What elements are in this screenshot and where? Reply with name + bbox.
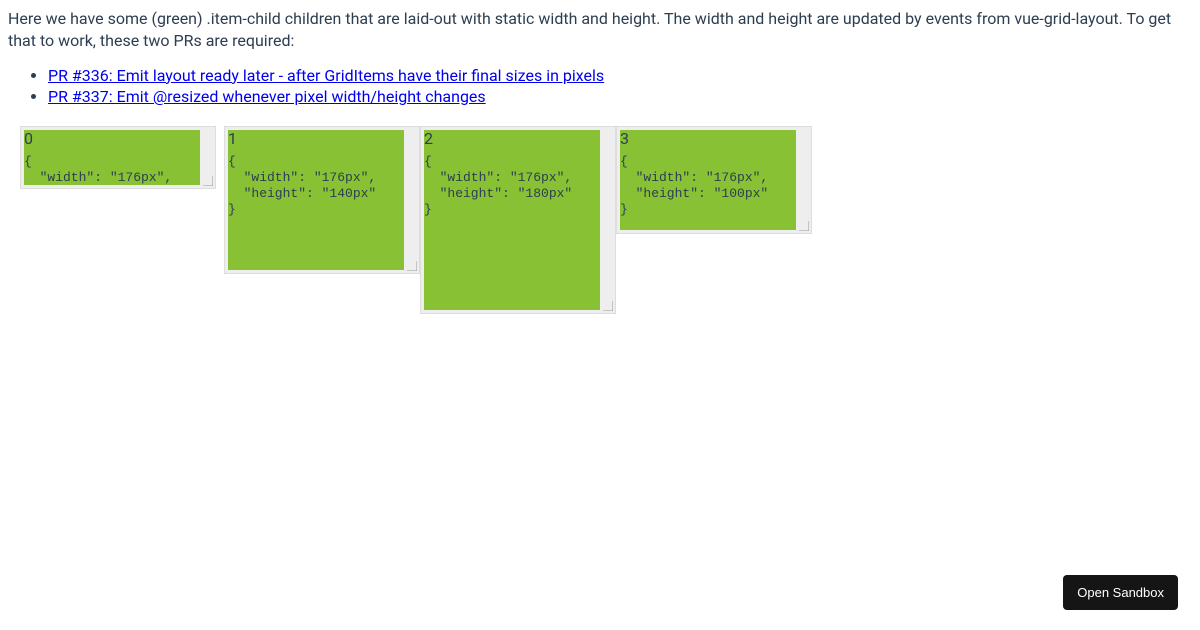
item-child: 0 { "width": "176px", — [24, 130, 200, 185]
open-sandbox-button[interactable]: Open Sandbox — [1063, 575, 1178, 610]
resize-handle-icon[interactable] — [603, 301, 613, 311]
item-size-json: { "width": "176px", "height": "180px" } — [424, 154, 600, 219]
grid-item[interactable]: 2 { "width": "176px", "height": "180px" } — [420, 126, 616, 314]
resize-handle-icon[interactable] — [407, 261, 417, 271]
item-index: 1 — [228, 130, 404, 148]
grid-item[interactable]: 3 { "width": "176px", "height": "100px" } — [616, 126, 812, 234]
grid-item[interactable]: 0 { "width": "176px", — [20, 126, 216, 189]
item-index: 3 — [620, 130, 796, 148]
pr-list-item: PR #337: Emit @resized whenever pixel wi… — [48, 86, 1192, 108]
pr-list: PR #336: Emit layout ready later - after… — [8, 65, 1192, 108]
pr-list-item: PR #336: Emit layout ready later - after… — [48, 65, 1192, 87]
description-text: Here we have some (green) .item-child ch… — [8, 8, 1192, 53]
item-size-json: { "width": "176px", "height": "140px" } — [228, 154, 404, 219]
item-size-json: { "width": "176px", "height": "100px" } — [620, 154, 796, 219]
pr-link-336[interactable]: PR #336: Emit layout ready later - after… — [48, 66, 604, 85]
item-child: 3 { "width": "176px", "height": "100px" } — [620, 130, 796, 230]
item-index: 0 — [24, 130, 200, 148]
item-child: 2 { "width": "176px", "height": "180px" } — [424, 130, 600, 310]
item-child: 1 { "width": "176px", "height": "140px" } — [228, 130, 404, 270]
grid-item[interactable]: 1 { "width": "176px", "height": "140px" } — [224, 126, 420, 274]
item-index: 2 — [424, 130, 600, 148]
pr-link-337[interactable]: PR #337: Emit @resized whenever pixel wi… — [48, 87, 486, 106]
item-size-json: { "width": "176px", — [24, 154, 200, 185]
resize-handle-icon[interactable] — [799, 221, 809, 231]
resize-handle-icon[interactable] — [203, 176, 213, 186]
